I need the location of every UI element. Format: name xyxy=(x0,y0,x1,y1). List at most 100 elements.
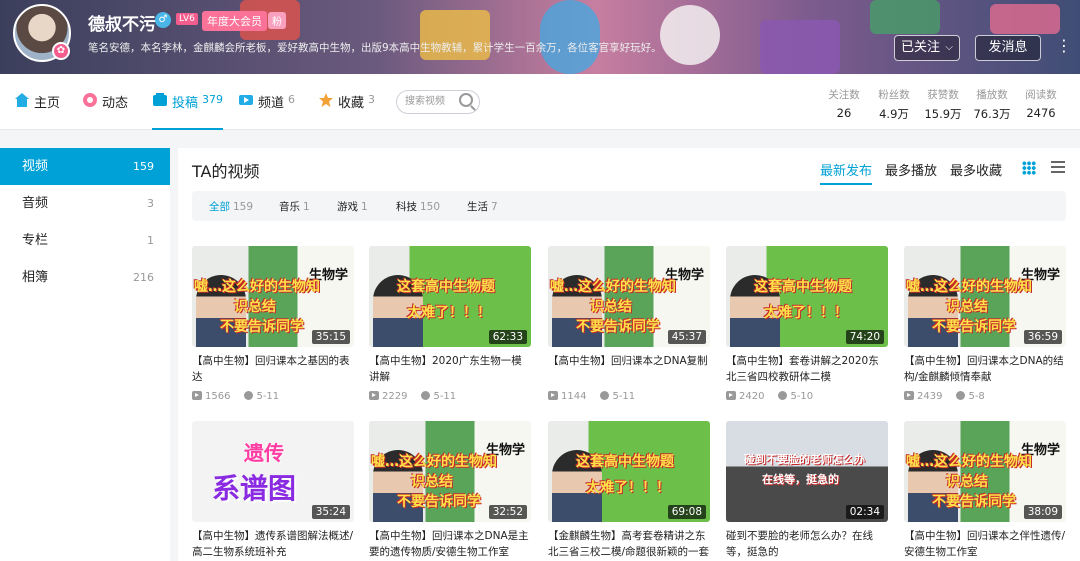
sort-most-favorited[interactable]: 最多收藏 xyxy=(950,160,1002,179)
video-title[interactable]: 【高中生物】套卷讲解之2020东北三省四校教研体二模 xyxy=(726,353,888,385)
video-duration: 35:24 xyxy=(311,505,350,519)
filter-all[interactable]: 全部 159 xyxy=(209,199,253,214)
sidebar-item-label: 视频 xyxy=(22,159,49,174)
stat-following[interactable]: 关注数 26 xyxy=(819,87,869,120)
video-plays: 2229 xyxy=(369,391,407,402)
video-meta: 2229 5-11 xyxy=(369,391,531,402)
tab-favorites[interactable]: 收藏 3 xyxy=(318,92,375,130)
sidebar-item-album[interactable]: 相簿 216 xyxy=(0,259,170,296)
video-thumbnail[interactable]: 生物学 嘘…这么好的生物知 识总结 不要告诉同学 35:15 xyxy=(192,246,354,347)
video-card[interactable]: 遗传 系谱图 35:24 【高中生物】遗传系谱图解法概述/高二生物系统班补充 xyxy=(192,421,354,560)
list-view-icon[interactable] xyxy=(1051,161,1065,175)
thumbnail-caption: 太难了！！！ xyxy=(586,480,670,496)
star-icon xyxy=(318,92,334,108)
filter-tech[interactable]: 科技 150 xyxy=(396,199,440,214)
tab-dynamic[interactable]: 动态 xyxy=(82,92,128,130)
video-thumbnail[interactable]: 这套高中生物题 太难了！！！ 69:08 xyxy=(548,421,710,522)
video-thumbnail[interactable]: 遗传 系谱图 35:24 xyxy=(192,421,354,522)
filter-game[interactable]: 游戏 1 xyxy=(337,199,368,214)
play-count-icon xyxy=(548,391,558,400)
publish-date: 5-10 xyxy=(790,391,814,402)
video-date: 5-11 xyxy=(600,391,635,402)
video-thumbnail[interactable]: 生物学 嘘…这么好的生物知 识总结 不要告诉同学 36:59 xyxy=(904,246,1066,347)
profile-nav-bar: 主页 动态 投稿 379 频道 6 收藏 3 搜索视频 关注数 26 粉丝数 4… xyxy=(0,74,1080,130)
sidebar-item-count: 159 xyxy=(133,160,154,173)
filter-life[interactable]: 生活 7 xyxy=(467,199,498,214)
thumbnail-caption: 这套高中生物题 xyxy=(397,279,495,295)
video-thumbnail[interactable]: 这套高中生物题 太难了！！！ 62:33 xyxy=(369,246,531,347)
video-title[interactable]: 【高中生物】回归课本之DNA是主要的遗传物质/安德生物工作室 xyxy=(369,528,531,560)
filter-count: 150 xyxy=(420,201,441,213)
more-icon[interactable]: ⋮ xyxy=(1056,36,1072,55)
sidebar-item-audio[interactable]: 音频 3 xyxy=(0,185,170,222)
sort-most-played[interactable]: 最多播放 xyxy=(885,160,937,179)
video-title[interactable]: 【高中生物】回归课本之DNA的结构/金麒麟倾情奉献 xyxy=(904,353,1066,385)
sort-latest[interactable]: 最新发布 xyxy=(820,160,873,185)
video-title[interactable]: 【高中生物】遗传系谱图解法概述/高二生物系统班补充 xyxy=(192,528,354,560)
video-duration: 62:33 xyxy=(488,330,527,344)
search-icon[interactable] xyxy=(459,93,473,107)
filter-music[interactable]: 音乐 1 xyxy=(279,199,310,214)
thumbnail-caption: 太难了！！！ xyxy=(764,305,848,321)
video-thumbnail[interactable]: 生物学 嘘…这么好的生物知 识总结 不要告诉同学 32:52 xyxy=(369,421,531,522)
video-duration: 32:52 xyxy=(488,505,527,519)
sidebar-item-count: 216 xyxy=(133,271,154,284)
grid-view-icon[interactable] xyxy=(1022,161,1036,175)
play-count-icon xyxy=(904,391,914,400)
video-card[interactable]: 生物学 嘘…这么好的生物知 识总结 不要告诉同学 35:15 【高中生物】回归课… xyxy=(192,246,354,402)
video-title[interactable]: 【高中生物】2020广东生物一模讲解 xyxy=(369,353,531,385)
official-badge-icon: ✿ xyxy=(52,42,70,60)
followed-button[interactable]: 已关注 ⌵ xyxy=(894,35,960,61)
video-duration: 02:34 xyxy=(845,505,884,519)
video-thumbnail[interactable]: 生物学 嘘…这么好的生物知 识总结 不要告诉同学 45:37 xyxy=(548,246,710,347)
followed-label: 已关注 xyxy=(901,40,941,55)
filter-label: 科技 xyxy=(396,201,417,213)
tab-favorites-label: 收藏 xyxy=(338,96,365,111)
tab-home-label: 主页 xyxy=(34,96,61,111)
video-title[interactable]: 【高中生物】回归课本之DNA复制 xyxy=(548,353,710,385)
banner-gift-deco xyxy=(870,0,940,34)
search-input[interactable]: 搜索视频 xyxy=(396,90,480,114)
video-plays: 1566 xyxy=(192,391,230,402)
video-title[interactable]: 【高中生物】回归课本之基因的表达 xyxy=(192,353,354,385)
content-type-sidebar: 视频 159 音频 3 专栏 1 相簿 216 xyxy=(0,148,170,561)
stat-plays: 播放数 76.3万 xyxy=(967,87,1017,122)
thumbnail-caption: 不要告诉同学 xyxy=(220,319,304,335)
search-placeholder: 搜索视频 xyxy=(405,96,445,107)
clock-icon xyxy=(778,391,788,400)
thumbnail-caption: 嘘…这么好的生物知 xyxy=(906,454,1032,470)
stat-label: 阅读数 xyxy=(1025,89,1057,101)
thumbnail-caption: 系谱图 xyxy=(212,472,297,505)
video-title[interactable]: 【高中生物】回归课本之伴性遗传/安德生物工作室 xyxy=(904,528,1066,560)
stat-fans[interactable]: 粉丝数 4.9万 xyxy=(869,87,919,122)
send-message-button[interactable]: 发消息 xyxy=(975,35,1041,61)
video-card[interactable]: 碰到不要脸的老师怎么办 在线等，挺急的 02:34 碰到不要脸的老师怎么办？在线… xyxy=(726,421,888,560)
video-duration: 74:20 xyxy=(845,330,884,344)
video-card[interactable]: 生物学 嘘…这么好的生物知 识总结 不要告诉同学 32:52 【高中生物】回归课… xyxy=(369,421,531,560)
sidebar-item-label: 相簿 xyxy=(22,270,49,285)
video-title[interactable]: 【金麒麟生物】高考套卷精讲之东北三省三校二模/命题很新颖的一套 xyxy=(548,528,710,560)
video-meta: 2420 5-10 xyxy=(726,391,888,402)
video-title[interactable]: 碰到不要脸的老师怎么办？在线等，挺急的 xyxy=(726,528,888,560)
video-thumbnail[interactable]: 这套高中生物题 太难了！！！ 74:20 xyxy=(726,246,888,347)
tab-submissions[interactable]: 投稿 379 xyxy=(152,92,224,130)
tab-channels[interactable]: 频道 6 xyxy=(238,92,295,130)
clock-icon xyxy=(421,391,431,400)
vip-badge[interactable]: 年度大会员 xyxy=(202,11,267,31)
sidebar-item-article[interactable]: 专栏 1 xyxy=(0,222,170,259)
thumbnail-caption: 识总结 xyxy=(946,474,988,490)
thumbnail-caption: 不要告诉同学 xyxy=(576,319,660,335)
sidebar-item-video[interactable]: 视频 159 xyxy=(0,148,170,185)
video-card[interactable]: 这套高中生物题 太难了！！！ 74:20 【高中生物】套卷讲解之2020东北三省… xyxy=(726,246,888,402)
thumbnail-caption: 遗传 xyxy=(244,441,284,465)
video-card[interactable]: 生物学 嘘…这么好的生物知 识总结 不要告诉同学 38:09 【高中生物】回归课… xyxy=(904,421,1066,560)
gender-male-icon: ♂ xyxy=(155,12,171,28)
filter-label: 音乐 xyxy=(279,201,300,213)
video-card[interactable]: 这套高中生物题 太难了！！！ 69:08 【金麒麟生物】高考套卷精讲之东北三省三… xyxy=(548,421,710,560)
video-thumbnail[interactable]: 生物学 嘘…这么好的生物知 识总结 不要告诉同学 38:09 xyxy=(904,421,1066,522)
video-card[interactable]: 生物学 嘘…这么好的生物知 识总结 不要告诉同学 45:37 【高中生物】回归课… xyxy=(548,246,710,402)
tab-home[interactable]: 主页 xyxy=(14,92,60,130)
video-card[interactable]: 生物学 嘘…这么好的生物知 识总结 不要告诉同学 36:59 【高中生物】回归课… xyxy=(904,246,1066,402)
video-thumbnail[interactable]: 碰到不要脸的老师怎么办 在线等，挺急的 02:34 xyxy=(726,421,888,522)
video-card[interactable]: 这套高中生物题 太难了！！！ 62:33 【高中生物】2020广东生物一模讲解 … xyxy=(369,246,531,402)
